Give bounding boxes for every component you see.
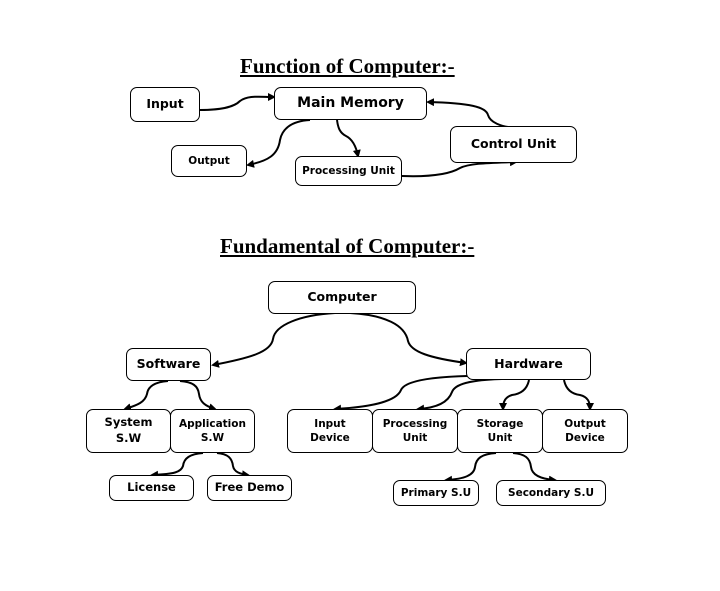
control-unit-node: Control Unit xyxy=(450,126,577,163)
secondary-su-node: Secondary S.U xyxy=(496,480,606,506)
hardware-node: Hardware xyxy=(466,348,591,380)
processing-unit-node: Processing Unit xyxy=(295,156,402,186)
fundamental-of-computer-title: Fundamental of Computer:- xyxy=(220,234,475,258)
arrow-hardware-to-storage-unit xyxy=(499,379,530,411)
input-node: Input xyxy=(130,87,200,122)
arrow-storage-unit-to-secondary-su xyxy=(512,452,557,484)
arrow-processing-unit-to-control-unit xyxy=(401,158,518,178)
output-node: Output xyxy=(171,145,247,177)
arrow-control-unit-to-main-memory xyxy=(426,98,518,129)
arrow-storage-unit-to-primary-su xyxy=(444,452,497,484)
arrow-computer-to-software xyxy=(211,312,336,368)
input-device-node: Input Device xyxy=(287,409,373,453)
function-of-computer-title: Function of Computer:- xyxy=(240,54,455,78)
arrow-software-to-application-sw xyxy=(179,380,217,412)
processing-unit-hw-node: Processing Unit xyxy=(372,409,458,453)
main-memory-node: Main Memory xyxy=(274,87,427,120)
arrow-hardware-to-processing-unit xyxy=(416,378,503,413)
storage-unit-node: Storage Unit xyxy=(457,409,543,453)
system-sw-node: System S.W xyxy=(86,409,171,453)
computer-node: Computer xyxy=(268,281,416,314)
license-node: License xyxy=(109,475,194,501)
primary-su-node: Primary S.U xyxy=(393,480,479,506)
software-node: Software xyxy=(126,348,211,381)
arrow-hardware-to-output-device xyxy=(563,379,594,411)
arrow-computer-to-hardware xyxy=(349,312,468,367)
arrow-main-memory-to-processing-unit xyxy=(336,119,361,158)
arrow-input-to-main-memory xyxy=(199,92,276,111)
free-demo-node: Free Demo xyxy=(207,475,292,501)
arrow-hardware-to-input-device xyxy=(333,375,468,413)
arrow-application-sw-to-license xyxy=(150,452,204,479)
arrow-software-to-system-sw xyxy=(123,380,169,412)
output-device-node: Output Device xyxy=(542,409,628,453)
application-sw-node: Application S.W xyxy=(170,409,255,453)
arrow-application-sw-to-free-demo xyxy=(216,452,250,479)
